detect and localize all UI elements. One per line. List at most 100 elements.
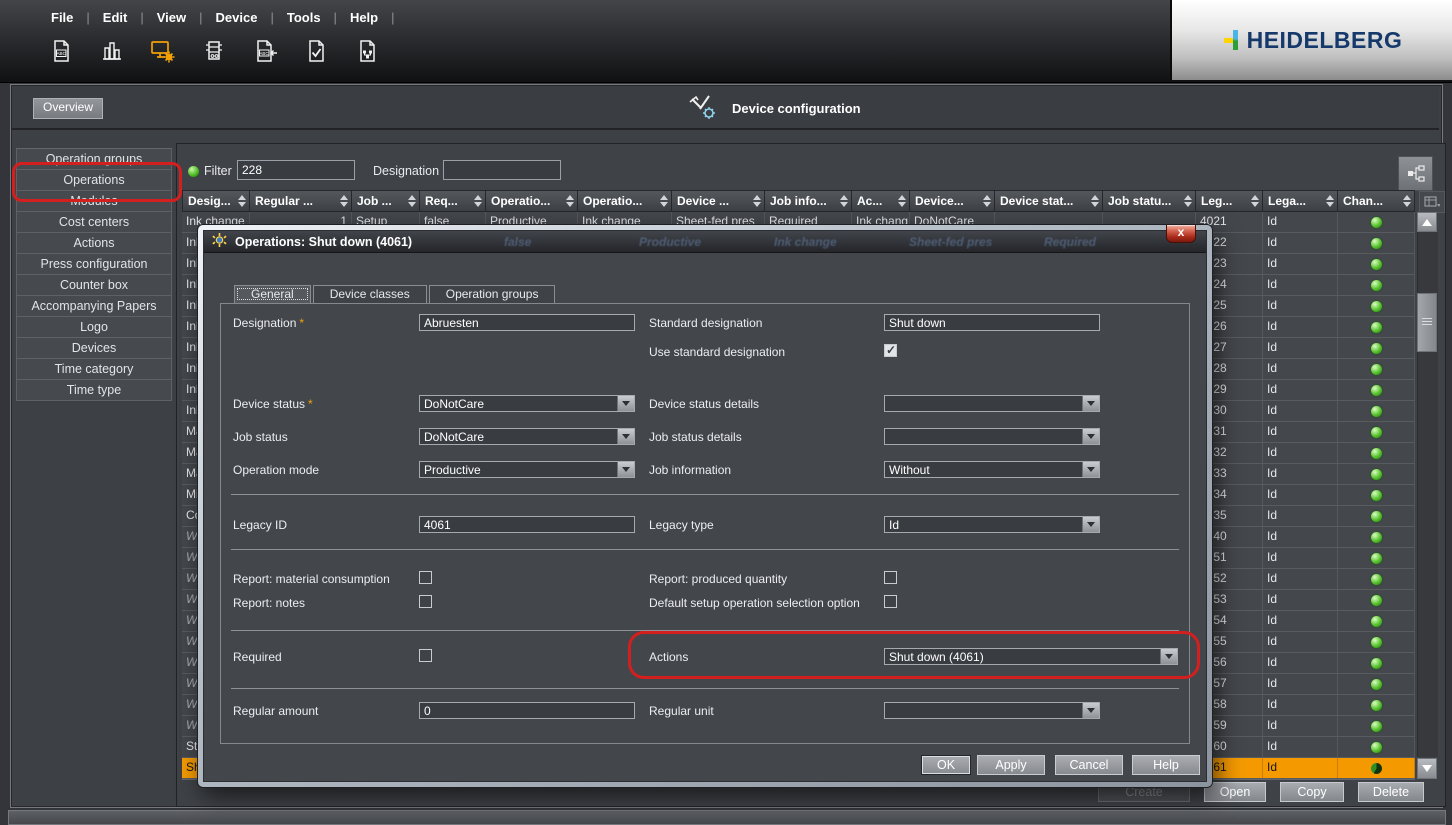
dropdown-arrow-icon[interactable]: [1082, 462, 1099, 477]
dialog-close-button[interactable]: x: [1166, 225, 1196, 243]
press-device-icon[interactable]: [197, 33, 231, 69]
operation-mode-combo[interactable]: Productive: [419, 461, 635, 478]
column-header-regular[interactable]: Regular ...: [250, 190, 352, 212]
job-status-details-combo[interactable]: [884, 428, 1100, 445]
sidebar-item-time-type[interactable]: Time type: [16, 380, 172, 401]
tab-general[interactable]: General: [234, 285, 311, 303]
menu-file[interactable]: File: [38, 8, 86, 27]
ok-button[interactable]: OK: [921, 755, 971, 775]
column-header-device[interactable]: Device...: [910, 190, 995, 212]
regular-amount-field[interactable]: [419, 702, 635, 719]
menu-edit[interactable]: Edit: [90, 8, 141, 27]
required-checkbox[interactable]: [419, 649, 432, 662]
legacy-id-field[interactable]: [419, 516, 635, 533]
help-button[interactable]: Help: [1132, 755, 1200, 775]
designation-field[interactable]: [419, 314, 635, 331]
menu-help[interactable]: Help: [337, 8, 391, 27]
dropdown-arrow-icon[interactable]: [1082, 517, 1099, 532]
column-header-device-stat[interactable]: Device stat...: [995, 190, 1103, 212]
column-header-chan[interactable]: Chan...: [1338, 190, 1415, 212]
device-status-details-combo[interactable]: [884, 395, 1100, 412]
standard-designation-field[interactable]: [884, 314, 1100, 331]
sort-arrows-icon[interactable]: [840, 191, 848, 211]
sidebar-item-actions[interactable]: Actions: [16, 233, 172, 254]
device-configuration-icon[interactable]: [146, 33, 180, 69]
apply-button[interactable]: Apply: [977, 755, 1045, 775]
tab-device-classes[interactable]: Device classes: [312, 285, 427, 303]
document-structure-icon[interactable]: [350, 33, 384, 69]
dropdown-arrow-icon[interactable]: [1082, 396, 1099, 411]
legacy-type-combo[interactable]: Id: [884, 516, 1100, 533]
sort-arrows-icon[interactable]: [660, 191, 668, 211]
job-status-combo[interactable]: DoNotCare: [419, 428, 635, 445]
sort-arrows-icon[interactable]: [1326, 191, 1334, 211]
copy-button[interactable]: Copy: [1280, 782, 1344, 802]
column-header-device[interactable]: Device ...: [672, 190, 765, 212]
document-import-icon[interactable]: ABC: [248, 33, 282, 69]
sort-arrows-icon[interactable]: [983, 191, 991, 211]
actions-combo[interactable]: Shut down (4061): [884, 648, 1178, 665]
menu-view[interactable]: View: [144, 8, 199, 27]
sidebar-item-counter-box[interactable]: Counter box: [16, 275, 172, 296]
print-columns-icon[interactable]: [95, 33, 129, 69]
dropdown-arrow-icon[interactable]: [1082, 429, 1099, 444]
sort-arrows-icon[interactable]: [1184, 191, 1192, 211]
hierarchy-view-button[interactable]: [1398, 156, 1433, 191]
scroll-down-button[interactable]: [1417, 758, 1437, 779]
sidebar-item-accompanying-papers[interactable]: Accompanying Papers: [16, 296, 172, 317]
column-header-lega[interactable]: Lega...: [1263, 190, 1338, 212]
dropdown-arrow-icon[interactable]: [1082, 703, 1099, 718]
sidebar-item-devices[interactable]: Devices: [16, 338, 172, 359]
device-status-combo[interactable]: DoNotCare: [419, 395, 635, 412]
sort-arrows-icon[interactable]: [340, 191, 348, 211]
dropdown-arrow-icon[interactable]: [617, 462, 634, 477]
sort-arrows-icon[interactable]: [753, 191, 761, 211]
designation-filter-input[interactable]: [443, 160, 561, 180]
report-material-checkbox[interactable]: [419, 571, 432, 584]
sidebar-item-logo[interactable]: Logo: [16, 317, 172, 338]
report-notes-checkbox[interactable]: [419, 595, 432, 608]
filter-input[interactable]: [237, 160, 355, 180]
sidebar-item-operations[interactable]: Operations: [16, 170, 172, 191]
column-header-req[interactable]: Req...: [420, 190, 486, 212]
sort-arrows-icon[interactable]: [898, 191, 906, 211]
sort-arrows-icon[interactable]: [1403, 191, 1411, 211]
dropdown-arrow-icon[interactable]: [617, 429, 634, 444]
regular-unit-combo[interactable]: [884, 702, 1100, 719]
dropdown-arrow-icon[interactable]: [617, 396, 634, 411]
sidebar-item-modules[interactable]: Modules: [16, 191, 172, 212]
column-header-ac[interactable]: Ac...: [852, 190, 910, 212]
dropdown-arrow-icon[interactable]: [1160, 649, 1177, 664]
sort-arrows-icon[interactable]: [1251, 191, 1259, 211]
scrollbar-thumb[interactable]: [1417, 293, 1437, 352]
sidebar-item-time-category[interactable]: Time category: [16, 359, 172, 380]
job-information-combo[interactable]: Without: [884, 461, 1100, 478]
column-header-desig[interactable]: Desig...: [182, 190, 250, 212]
scroll-up-button[interactable]: [1417, 212, 1437, 232]
column-settings-icon[interactable]: [1419, 191, 1445, 213]
sidebar-item-press-configuration[interactable]: Press configuration: [16, 254, 172, 275]
default-setup-checkbox[interactable]: [884, 595, 897, 608]
column-header-operatio[interactable]: Operatio...: [578, 190, 672, 212]
sort-arrows-icon[interactable]: [238, 191, 246, 211]
column-header-job-info[interactable]: Job info...: [765, 190, 852, 212]
menu-device[interactable]: Device: [203, 8, 271, 27]
overview-button[interactable]: Overview: [33, 98, 103, 119]
delete-button[interactable]: Delete: [1358, 782, 1424, 802]
sort-arrows-icon[interactable]: [566, 191, 574, 211]
cancel-button[interactable]: Cancel: [1055, 755, 1123, 775]
sidebar-item-operation-groups[interactable]: Operation groups: [16, 149, 172, 170]
sort-arrows-icon[interactable]: [408, 191, 416, 211]
tab-operation-groups[interactable]: Operation groups: [428, 285, 556, 303]
sort-arrows-icon[interactable]: [1091, 191, 1099, 211]
column-header-leg[interactable]: Leg...: [1196, 190, 1263, 212]
report-quantity-checkbox[interactable]: [884, 571, 897, 584]
column-header-operatio[interactable]: Operatio...: [486, 190, 578, 212]
column-header-job[interactable]: Job ...: [352, 190, 420, 212]
document-designation-icon[interactable]: ABC: [44, 33, 78, 69]
use-standard-designation-checkbox[interactable]: [884, 343, 897, 357]
sidebar-item-cost-centers[interactable]: Cost centers: [16, 212, 172, 233]
open-button[interactable]: Open: [1204, 782, 1266, 802]
document-check-icon[interactable]: [299, 33, 333, 69]
sort-arrows-icon[interactable]: [474, 191, 482, 211]
